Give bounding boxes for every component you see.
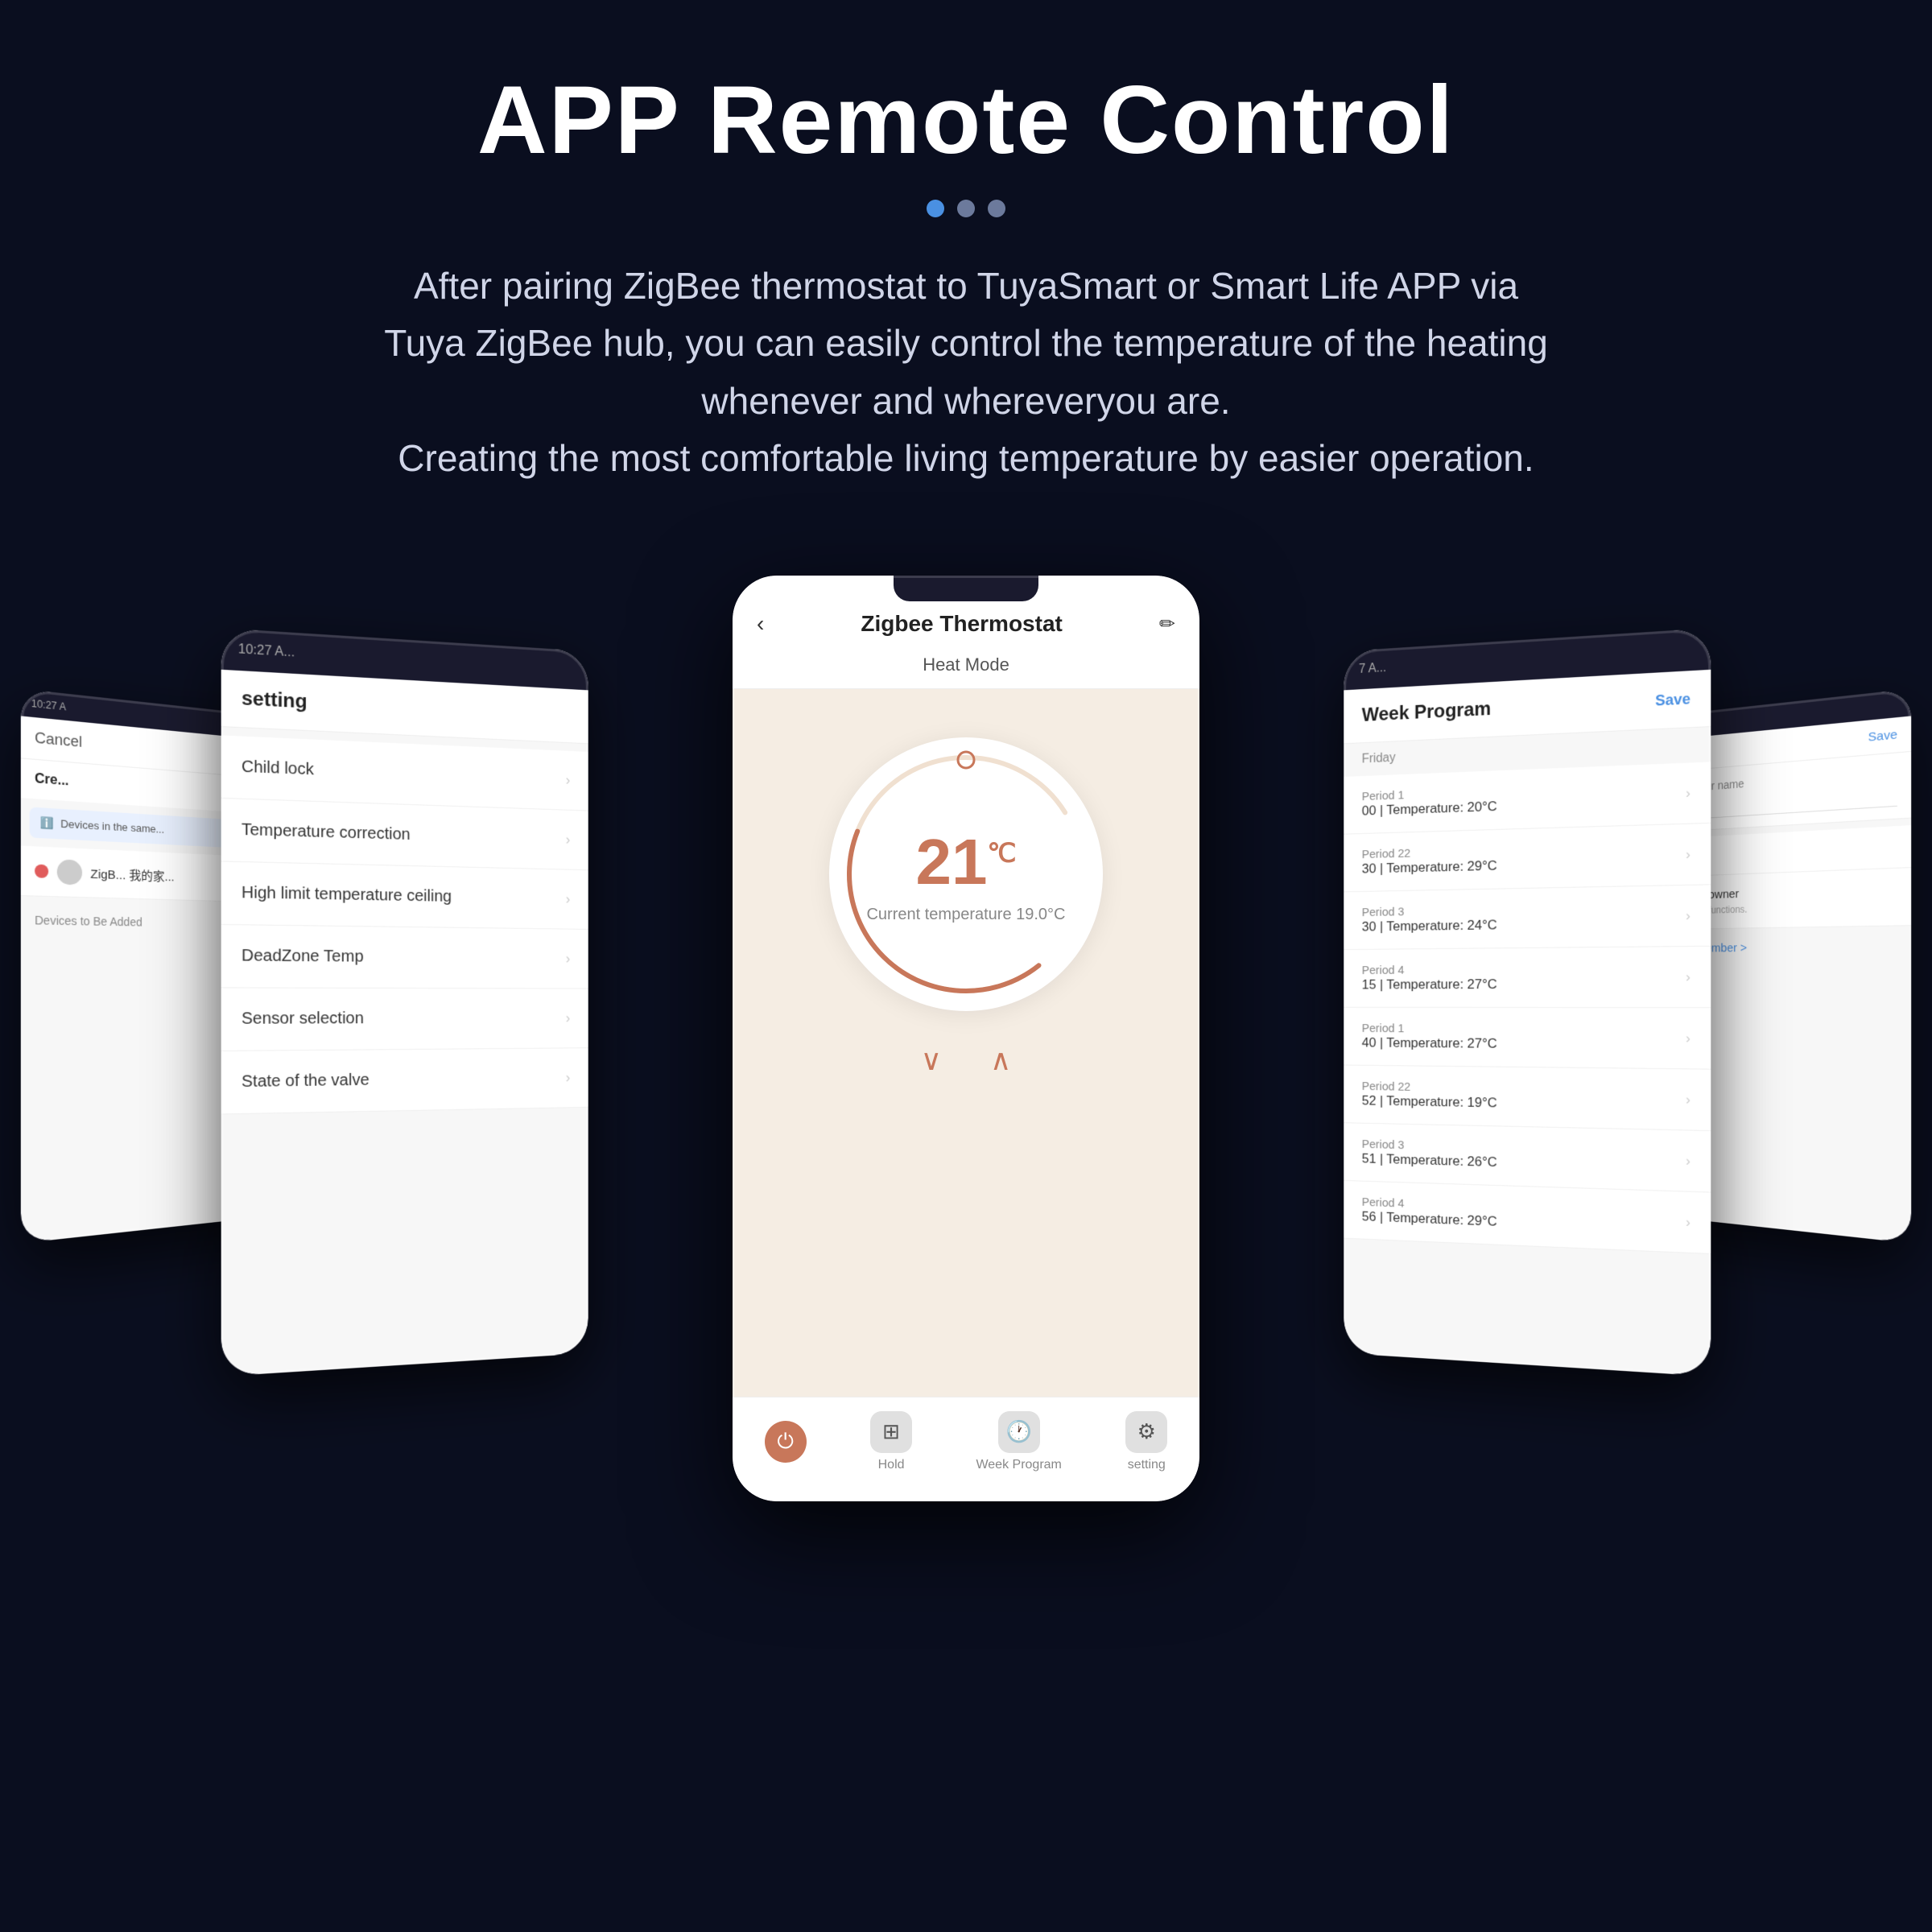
chevron-icon: ›: [566, 951, 571, 967]
chevron-icon: ›: [1686, 785, 1690, 802]
device-avatar: [57, 859, 82, 885]
current-temperature-label: Current temperature 19.0°C: [866, 906, 1065, 924]
thermostat-area: 21℃ Current temperature 19.0°C ∨ ∧: [733, 689, 1199, 1109]
heat-mode-label: Heat Mode: [733, 648, 1199, 689]
phones-container: 10:27 A Cancel Cre... ℹ️ Devices in the …: [0, 543, 1932, 1711]
period-label-4: Period 4: [1362, 963, 1497, 977]
period-time-3: 30 | Temperature: 24°C: [1362, 918, 1497, 935]
temperature-controls: ∨ ∧: [921, 1043, 1012, 1077]
page-header: APP Remote Control After pairing ZigBee …: [0, 0, 1932, 519]
edit-icon[interactable]: ✏: [1159, 613, 1175, 636]
nav-week-program[interactable]: 🕐 Week Program: [976, 1411, 1061, 1472]
week-screen: 7 A... Week Program Save Friday Period 1…: [1344, 628, 1711, 1377]
nav-hold[interactable]: ⊞ Hold: [870, 1411, 912, 1472]
settings-item-temp-correction[interactable]: Temperature correction ›: [221, 799, 588, 870]
phone-settings: 10:27 A... setting Child lock › Temperat…: [221, 628, 588, 1377]
temp-down-button[interactable]: ∨: [921, 1043, 942, 1077]
temp-unit: ℃: [988, 838, 1017, 867]
far-right-save-button[interactable]: Save: [1868, 728, 1897, 745]
week-item-2[interactable]: Period 22 30 | Temperature: 29°C ›: [1344, 824, 1711, 892]
week-item-5[interactable]: Period 1 40 | Temperature: 27°C ›: [1344, 1008, 1711, 1070]
device-status-dot: [35, 865, 48, 878]
nav-setting[interactable]: ⚙ setting: [1125, 1411, 1167, 1472]
period-time-4: 15 | Temperature: 27°C: [1362, 976, 1497, 993]
carousel-dots: [161, 200, 1771, 217]
week-item-3[interactable]: Period 3 30 | Temperature: 24°C ›: [1344, 886, 1711, 951]
phone-week-program: 7 A... Week Program Save Friday Period 1…: [1344, 628, 1711, 1377]
week-program-label: Week Program: [976, 1458, 1061, 1472]
center-bottom-nav: ⏻ ⊞ Hold 🕐 Week Program ⚙ setting: [733, 1397, 1199, 1501]
period-label-5: Period 1: [1362, 1022, 1497, 1036]
chevron-icon: ›: [1686, 968, 1690, 985]
week-program-icon: 🕐: [998, 1411, 1040, 1453]
chevron-icon: ›: [566, 832, 571, 848]
temperature-value: 21℃: [866, 825, 1065, 899]
chevron-icon: ›: [1686, 907, 1690, 924]
chevron-icon: ›: [1686, 1214, 1690, 1231]
temp-up-button[interactable]: ∧: [990, 1043, 1011, 1077]
week-item-4[interactable]: Period 4 15 | Temperature: 27°C ›: [1344, 947, 1711, 1008]
thermostat-title: Zigbee Thermostat: [861, 611, 1062, 637]
week-item-6[interactable]: Period 22 52 | Temperature: 19°C ›: [1344, 1066, 1711, 1132]
power-icon: ⏻: [765, 1421, 807, 1463]
week-item-8[interactable]: Period 4 56 | Temperature: 29°C ›: [1344, 1181, 1711, 1254]
thermostat-display: 21℃ Current temperature 19.0°C: [866, 825, 1065, 924]
hold-icon: ⊞: [870, 1411, 912, 1453]
settings-list: Child lock › Temperature correction › Hi…: [221, 736, 588, 1115]
setting-label: setting: [1128, 1458, 1166, 1472]
period-time-2: 30 | Temperature: 29°C: [1362, 858, 1497, 877]
chevron-icon: ›: [566, 1070, 571, 1086]
period-time-7: 51 | Temperature: 26°C: [1362, 1151, 1497, 1170]
settings-item-deadzone[interactable]: DeadZone Temp ›: [221, 925, 588, 989]
settings-item-high-limit[interactable]: High limit temperature ceiling ›: [221, 862, 588, 930]
phone-center: ‹ Zigbee Thermostat ✏ Heat Mode: [733, 576, 1199, 1501]
chevron-icon: ›: [566, 891, 571, 908]
settings-item-valve[interactable]: State of the valve ›: [221, 1048, 588, 1114]
page-title: APP Remote Control: [161, 64, 1771, 175]
header-description: After pairing ZigBee thermostat to TuyaS…: [161, 258, 1771, 487]
chevron-icon: ›: [1686, 1153, 1690, 1170]
chevron-icon: ›: [566, 772, 571, 789]
period-time-5: 40 | Temperature: 27°C: [1362, 1035, 1497, 1052]
phone-notch: [894, 576, 1038, 601]
chevron-icon: ›: [566, 1010, 571, 1026]
center-screen: ‹ Zigbee Thermostat ✏ Heat Mode: [733, 576, 1199, 1501]
chevron-icon: ›: [1686, 1092, 1690, 1108]
chevron-icon: ›: [1686, 846, 1690, 863]
hold-label: Hold: [878, 1458, 905, 1472]
period-time-6: 52 | Temperature: 19°C: [1362, 1093, 1497, 1112]
week-items-list: Period 1 00 | Temperature: 20°C › Period…: [1344, 762, 1711, 1255]
settings-item-sensor[interactable]: Sensor selection ›: [221, 989, 588, 1052]
dot-2[interactable]: [957, 200, 975, 217]
chevron-icon: ›: [1686, 1030, 1690, 1047]
dot-1[interactable]: [927, 200, 944, 217]
nav-power[interactable]: ⏻: [765, 1421, 807, 1463]
setting-icon: ⚙: [1125, 1411, 1167, 1453]
save-button[interactable]: Save: [1655, 691, 1690, 710]
settings-screen: 10:27 A... setting Child lock › Temperat…: [221, 628, 588, 1377]
dot-3[interactable]: [988, 200, 1005, 217]
thermostat-circle[interactable]: 21℃ Current temperature 19.0°C: [829, 737, 1103, 1011]
back-arrow-icon[interactable]: ‹: [757, 611, 764, 637]
